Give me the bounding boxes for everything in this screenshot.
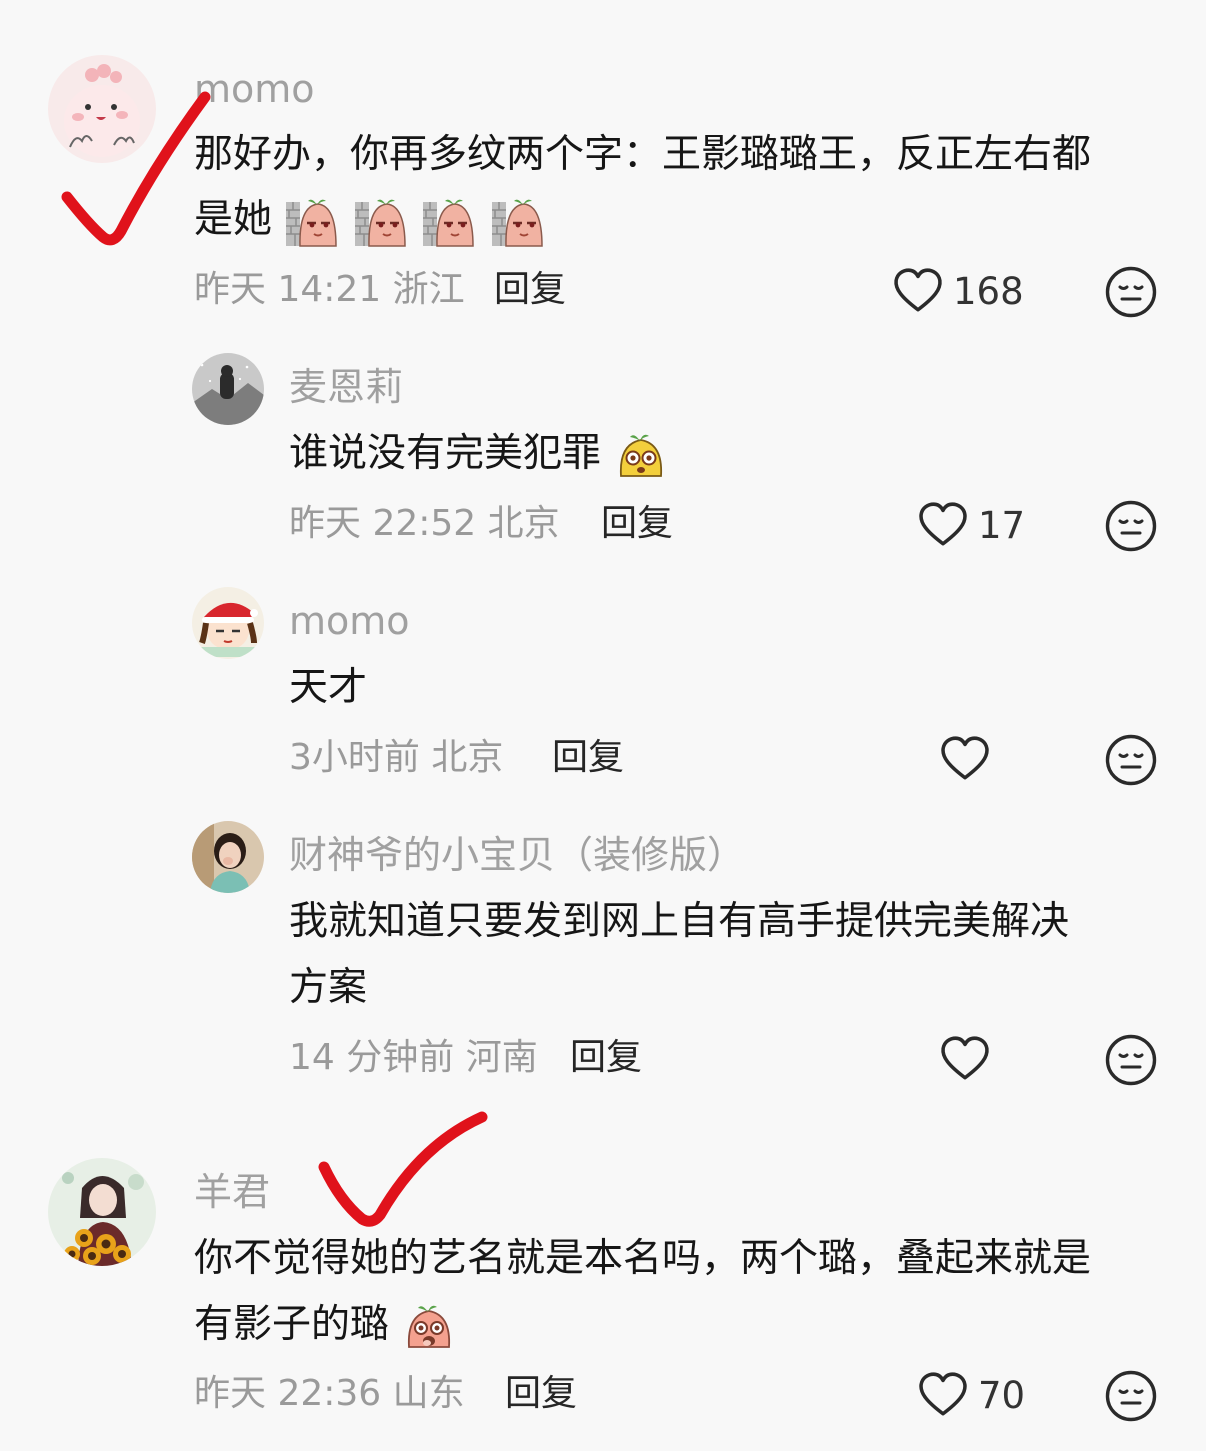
like-count: 70 [978,1373,1026,1417]
neutral-face-icon [1104,1033,1158,1087]
emoji-sticker-icon [492,196,546,248]
comment-text-line2: 方案 [289,965,368,1010]
comment-meta: 昨天 22:36 山东 [194,1376,465,1412]
reply-button[interactable]: 回复 [505,1376,577,1412]
timestamp: 昨天 22:36 [194,1373,382,1414]
timestamp: 3小时前 [289,737,420,778]
comment-text-line1: 你不觉得她的艺名就是本名吗，两个璐，叠起来就是 [194,1236,1092,1281]
heart-outline-icon [940,736,990,782]
username[interactable]: 麦恩莉 [289,368,403,406]
emoji-sticker-icon [615,430,667,482]
comment-meta: 昨天 14:21 浙江 [194,272,465,308]
avatar[interactable] [192,821,264,893]
like-button[interactable]: 70 [918,1372,1025,1418]
location: 浙江 [392,269,465,310]
emoji-sticker-icon [286,196,340,248]
heart-outline-icon [893,268,943,314]
heart-outline-icon [940,1036,990,1082]
neutral-face-icon [1104,499,1158,553]
location: 河南 [465,1037,538,1078]
heart-outline-icon [918,502,968,548]
username[interactable]: momo [289,602,410,640]
reply-button[interactable]: 回复 [570,1040,642,1076]
comment-meta: 14 分钟前 河南 [289,1040,538,1076]
location: 山东 [392,1373,465,1414]
username[interactable]: 羊君 [194,1173,270,1211]
like-button[interactable] [940,1036,1000,1082]
comment-text-line2: 有影子的璐 [194,1292,455,1357]
like-button[interactable] [940,736,1000,782]
comment-meta: 3小时前 北京 [289,740,503,776]
comment-text-line2: 是她 [194,187,546,252]
emoji-sticker-icon [355,196,409,248]
dislike-button[interactable] [1104,499,1158,553]
comment-text-line1: 我就知道只要发到网上自有高手提供完美解决 [289,899,1070,944]
like-button[interactable]: 168 [893,268,1024,314]
red-checkmark-annotation [318,1111,488,1227]
like-count: 17 [978,503,1026,547]
avatar[interactable] [192,353,264,425]
neutral-face-icon [1104,733,1158,787]
username[interactable]: 财神爷的小宝贝（装修版） [289,836,745,874]
neutral-face-icon [1104,1369,1158,1423]
username[interactable]: momo [194,70,315,108]
comment-text-line1: 谁说没有完美犯罪 [289,421,667,486]
neutral-face-icon [1104,265,1158,319]
comment-text-line1: 天才 [289,665,368,710]
dislike-button[interactable] [1104,1369,1158,1423]
comment-text-line1: 那好办，你再多纹两个字：王影璐璐王，反正左右都 [194,132,1092,177]
avatar[interactable] [48,1158,156,1266]
comment-meta: 昨天 22:52 北京 [289,506,560,542]
heart-outline-icon [918,1372,968,1418]
avatar[interactable] [48,55,156,163]
like-count: 168 [953,269,1024,313]
dislike-button[interactable] [1104,1033,1158,1087]
timestamp: 昨天 22:52 [289,503,477,544]
location: 北京 [431,737,504,778]
reply-button[interactable]: 回复 [552,740,624,776]
avatar[interactable] [192,587,264,659]
reply-button[interactable]: 回复 [494,272,566,308]
dislike-button[interactable] [1104,733,1158,787]
timestamp: 昨天 14:21 [194,269,382,310]
location: 北京 [487,503,560,544]
emoji-sticker-icon [423,196,477,248]
like-button[interactable]: 17 [918,502,1025,548]
reply-button[interactable]: 回复 [601,506,673,542]
emoji-sticker-icon [403,1301,455,1353]
comment-text-line2-content: 是她 [194,197,273,242]
dislike-button[interactable] [1104,265,1158,319]
timestamp: 14 分钟前 [289,1037,455,1078]
comment-text-line2-content: 有影子的璐 [194,1302,390,1347]
comment-text-content: 谁说没有完美犯罪 [289,431,602,476]
